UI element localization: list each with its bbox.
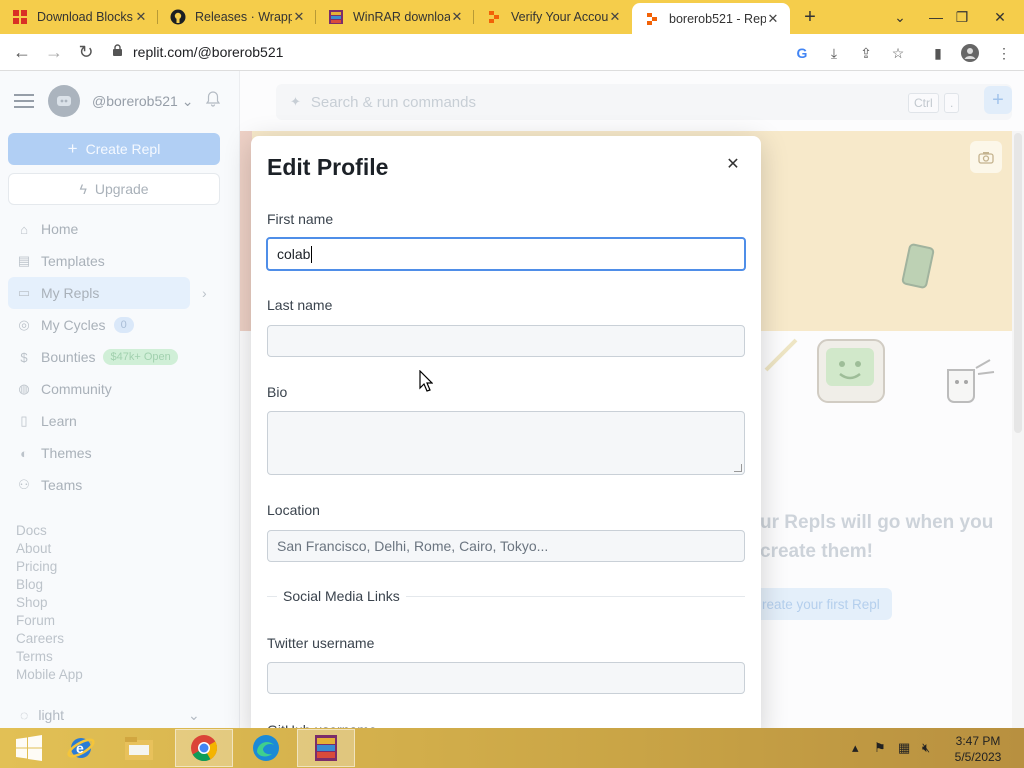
modal-title: Edit Profile (267, 154, 389, 180)
browser-tab-strip: Download Blocks: ✕ Releases · Wrapp ✕ Wi… (0, 0, 1024, 34)
close-tab-icon[interactable]: ✕ (450, 9, 464, 25)
browser-tab[interactable]: Verify Your Accou ✕ (474, 0, 632, 34)
location-label: Location (267, 502, 320, 518)
replit-favicon-icon (644, 11, 660, 27)
windows-start-icon[interactable] (0, 729, 58, 767)
close-tab-icon[interactable]: ✕ (766, 11, 780, 27)
tab-title: Verify Your Accou (511, 10, 608, 24)
internet-explorer-icon[interactable]: e (52, 729, 110, 767)
address-bar[interactable]: replit.com/@borerob521 (112, 37, 283, 67)
tab-title: WinRAR download (353, 10, 450, 24)
side-panel-icon[interactable]: ▮ (928, 43, 948, 63)
twitter-label: Twitter username (267, 635, 375, 651)
volume-muted-icon[interactable]: 🔇︎ (922, 740, 930, 756)
winrar-favicon-icon (328, 9, 344, 25)
blocks-favicon-icon (12, 9, 28, 25)
clock-date: 5/5/2023 (954, 750, 1002, 764)
close-window-icon[interactable]: ✕ (982, 0, 1018, 34)
first-name-value: colab (277, 246, 311, 262)
close-tab-icon[interactable]: ✕ (608, 9, 622, 25)
replit-favicon-icon (486, 9, 502, 25)
text-caret (311, 245, 313, 263)
forward-arrow-icon[interactable]: → (38, 36, 70, 68)
tab-search-chevron-icon[interactable]: ⌄ (882, 0, 918, 34)
install-app-icon[interactable]: ⤓ (824, 43, 844, 63)
location-field[interactable]: San Francisco, Delhi, Rome, Cairo, Tokyo… (267, 530, 745, 562)
twitter-field[interactable] (267, 662, 745, 694)
social-media-heading: Social Media Links (277, 588, 406, 604)
location-placeholder: San Francisco, Delhi, Rome, Cairo, Tokyo… (277, 538, 549, 554)
browser-tab[interactable]: WinRAR download ✕ (316, 0, 474, 34)
more-menu-icon[interactable]: ⋮ (994, 43, 1014, 63)
svg-text:e: e (76, 740, 84, 756)
chrome-icon[interactable] (175, 729, 233, 767)
close-tab-icon[interactable]: ✕ (134, 9, 148, 25)
screen: Download Blocks: ✕ Releases · Wrapp ✕ Wi… (0, 0, 1024, 768)
bio-textarea[interactable] (267, 411, 745, 475)
edge-icon[interactable] (237, 729, 295, 767)
first-name-label: First name (267, 211, 334, 227)
url-text: replit.com/@borerob521 (133, 44, 284, 60)
resize-handle-icon[interactable] (734, 464, 742, 472)
new-tab-button[interactable]: + (790, 0, 830, 34)
bookmark-star-icon[interactable]: ☆ (888, 43, 908, 63)
last-name-label: Last name (267, 297, 333, 313)
edit-profile-modal: Edit Profile ✕ First name colab Last nam… (251, 136, 761, 736)
taskbar-clock[interactable]: 3:47 PM 5/5/2023 (948, 733, 1008, 765)
google-icon[interactable]: G (792, 43, 812, 63)
restore-window-icon[interactable]: ❐ (944, 0, 980, 34)
close-tab-icon[interactable]: ✕ (292, 9, 306, 25)
file-explorer-icon[interactable] (110, 729, 168, 767)
tab-title: borerob521 - Rep (669, 11, 766, 26)
github-favicon-icon (170, 9, 186, 25)
show-hidden-icons-icon[interactable]: ▴ (852, 740, 859, 756)
close-icon[interactable]: ✕ (723, 154, 743, 174)
network-icon[interactable]: ▦ (898, 740, 910, 756)
profile-icon[interactable] (960, 43, 980, 63)
browser-tab-active[interactable]: borerob521 - Rep ✕ (632, 3, 790, 34)
mouse-pointer-icon (419, 370, 433, 392)
share-icon[interactable]: ⇪ (856, 43, 876, 63)
last-name-field[interactable] (267, 325, 745, 357)
action-center-flag-icon[interactable]: ⚑ (874, 740, 886, 756)
browser-tab[interactable]: Download Blocks: ✕ (0, 0, 158, 34)
back-arrow-icon[interactable]: ← (6, 36, 38, 68)
tab-title: Releases · Wrapp (195, 10, 292, 24)
tab-title: Download Blocks: (37, 10, 134, 24)
first-name-field[interactable]: colab (266, 237, 746, 271)
reload-icon[interactable]: ↻ (70, 36, 102, 68)
bio-label: Bio (267, 384, 288, 400)
winrar-icon[interactable] (297, 729, 355, 767)
lock-icon (112, 44, 123, 60)
clock-time: 3:47 PM (955, 734, 1001, 748)
browser-tab[interactable]: Releases · Wrapp ✕ (158, 0, 316, 34)
